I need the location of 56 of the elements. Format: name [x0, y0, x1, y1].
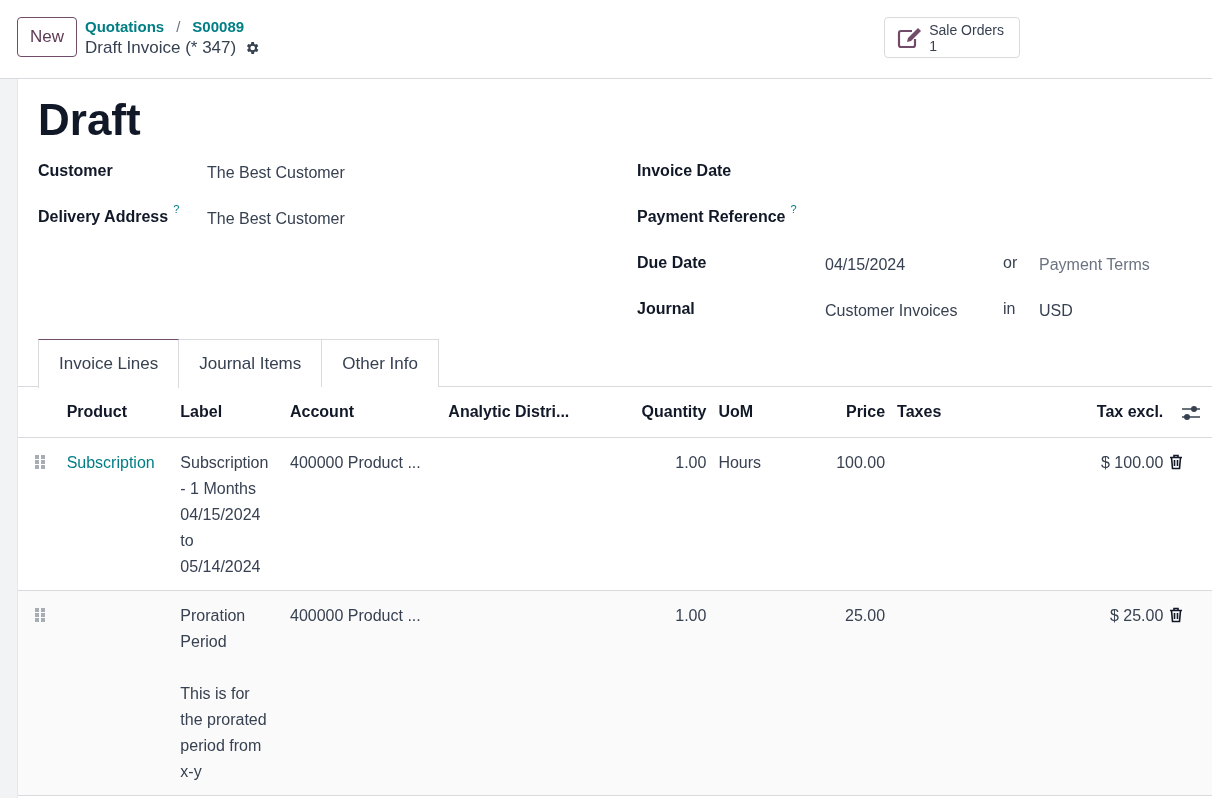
table-cell-text: Subscription - 1 Months 04/15/2024 to 05/14/2024 [180, 452, 270, 577]
table-cell: 1.00 [675, 453, 707, 471]
breadcrumb-link[interactable]: Quotations [85, 17, 165, 37]
field-value[interactable]: The Best Customer [207, 205, 345, 231]
field-value[interactable]: The Best Customer [207, 159, 345, 185]
drag-handle-icon[interactable] [34, 453, 46, 470]
edit-icon [897, 26, 924, 49]
table-cell: Hours [718, 453, 762, 471]
sliders-icon[interactable] [1180, 403, 1201, 422]
column-header[interactable]: UoM [718, 402, 754, 420]
trash-icon[interactable] [1169, 453, 1184, 470]
column-header[interactable]: Quantity [641, 402, 707, 420]
table-cell: 400000 Product ... [290, 606, 421, 624]
field-label: Delivery Address [38, 207, 169, 227]
help-tooltip-mark[interactable]: ? [173, 203, 180, 215]
field-value[interactable]: Customer Invoices [825, 297, 1003, 323]
field-joiner: or [1003, 253, 1019, 273]
help-tooltip-mark[interactable]: ? [790, 203, 797, 215]
table-cell-text: Proration Period This is for the prorated period from x-y [180, 605, 268, 782]
breadcrumb-separator: / [176, 17, 181, 37]
field-placeholder[interactable]: Payment Terms [1039, 251, 1150, 277]
field-value[interactable]: USD [1039, 297, 1073, 323]
trash-icon[interactable] [1169, 606, 1184, 623]
tab[interactable]: Invoice Lines [38, 339, 180, 388]
product-link[interactable]: Subscription [66, 453, 155, 471]
field-label: Payment Reference [637, 207, 786, 227]
field-label: Journal [637, 299, 695, 319]
column-header[interactable]: Product [66, 402, 128, 420]
settings-icon[interactable] [244, 40, 261, 56]
field-label: Invoice Date [637, 161, 732, 181]
tab[interactable]: Journal Items [179, 339, 323, 387]
table-cell: 25.00 [845, 606, 886, 624]
column-header[interactable]: Price [845, 402, 886, 420]
column-header[interactable]: Taxes [897, 402, 942, 420]
table-cell: $ 100.00 [1101, 453, 1164, 471]
column-header[interactable]: Label [180, 402, 223, 420]
table-cell: $ 25.00 [1109, 606, 1164, 624]
table-cell: 1.00 [675, 606, 707, 624]
column-header[interactable]: Analytic Distri... [448, 402, 570, 420]
table-cell: 100.00 [836, 453, 886, 471]
column-header[interactable]: Account [290, 402, 354, 420]
field-joiner: in [1003, 299, 1017, 319]
field-value[interactable]: 04/15/2024 [825, 251, 1003, 277]
status-title: Draft [38, 95, 142, 145]
table-cell: 400000 Product ... [290, 453, 421, 471]
smart-button-label: Sale Orders [929, 21, 1004, 38]
smart-button-count: 1 [929, 37, 937, 54]
new-button[interactable]: New [17, 17, 77, 57]
drag-handle-icon[interactable] [34, 606, 46, 623]
field-label: Due Date [637, 253, 707, 273]
breadcrumb-link[interactable]: S00089 [192, 17, 245, 37]
sale-orders-button[interactable]: Sale Orders 1 [884, 17, 1021, 58]
record-title: Draft Invoice (* 347) [85, 37, 237, 59]
field-label: Customer [38, 161, 113, 181]
tab[interactable]: Other Info [322, 339, 439, 387]
column-header[interactable]: Tax excl. [1096, 402, 1164, 420]
